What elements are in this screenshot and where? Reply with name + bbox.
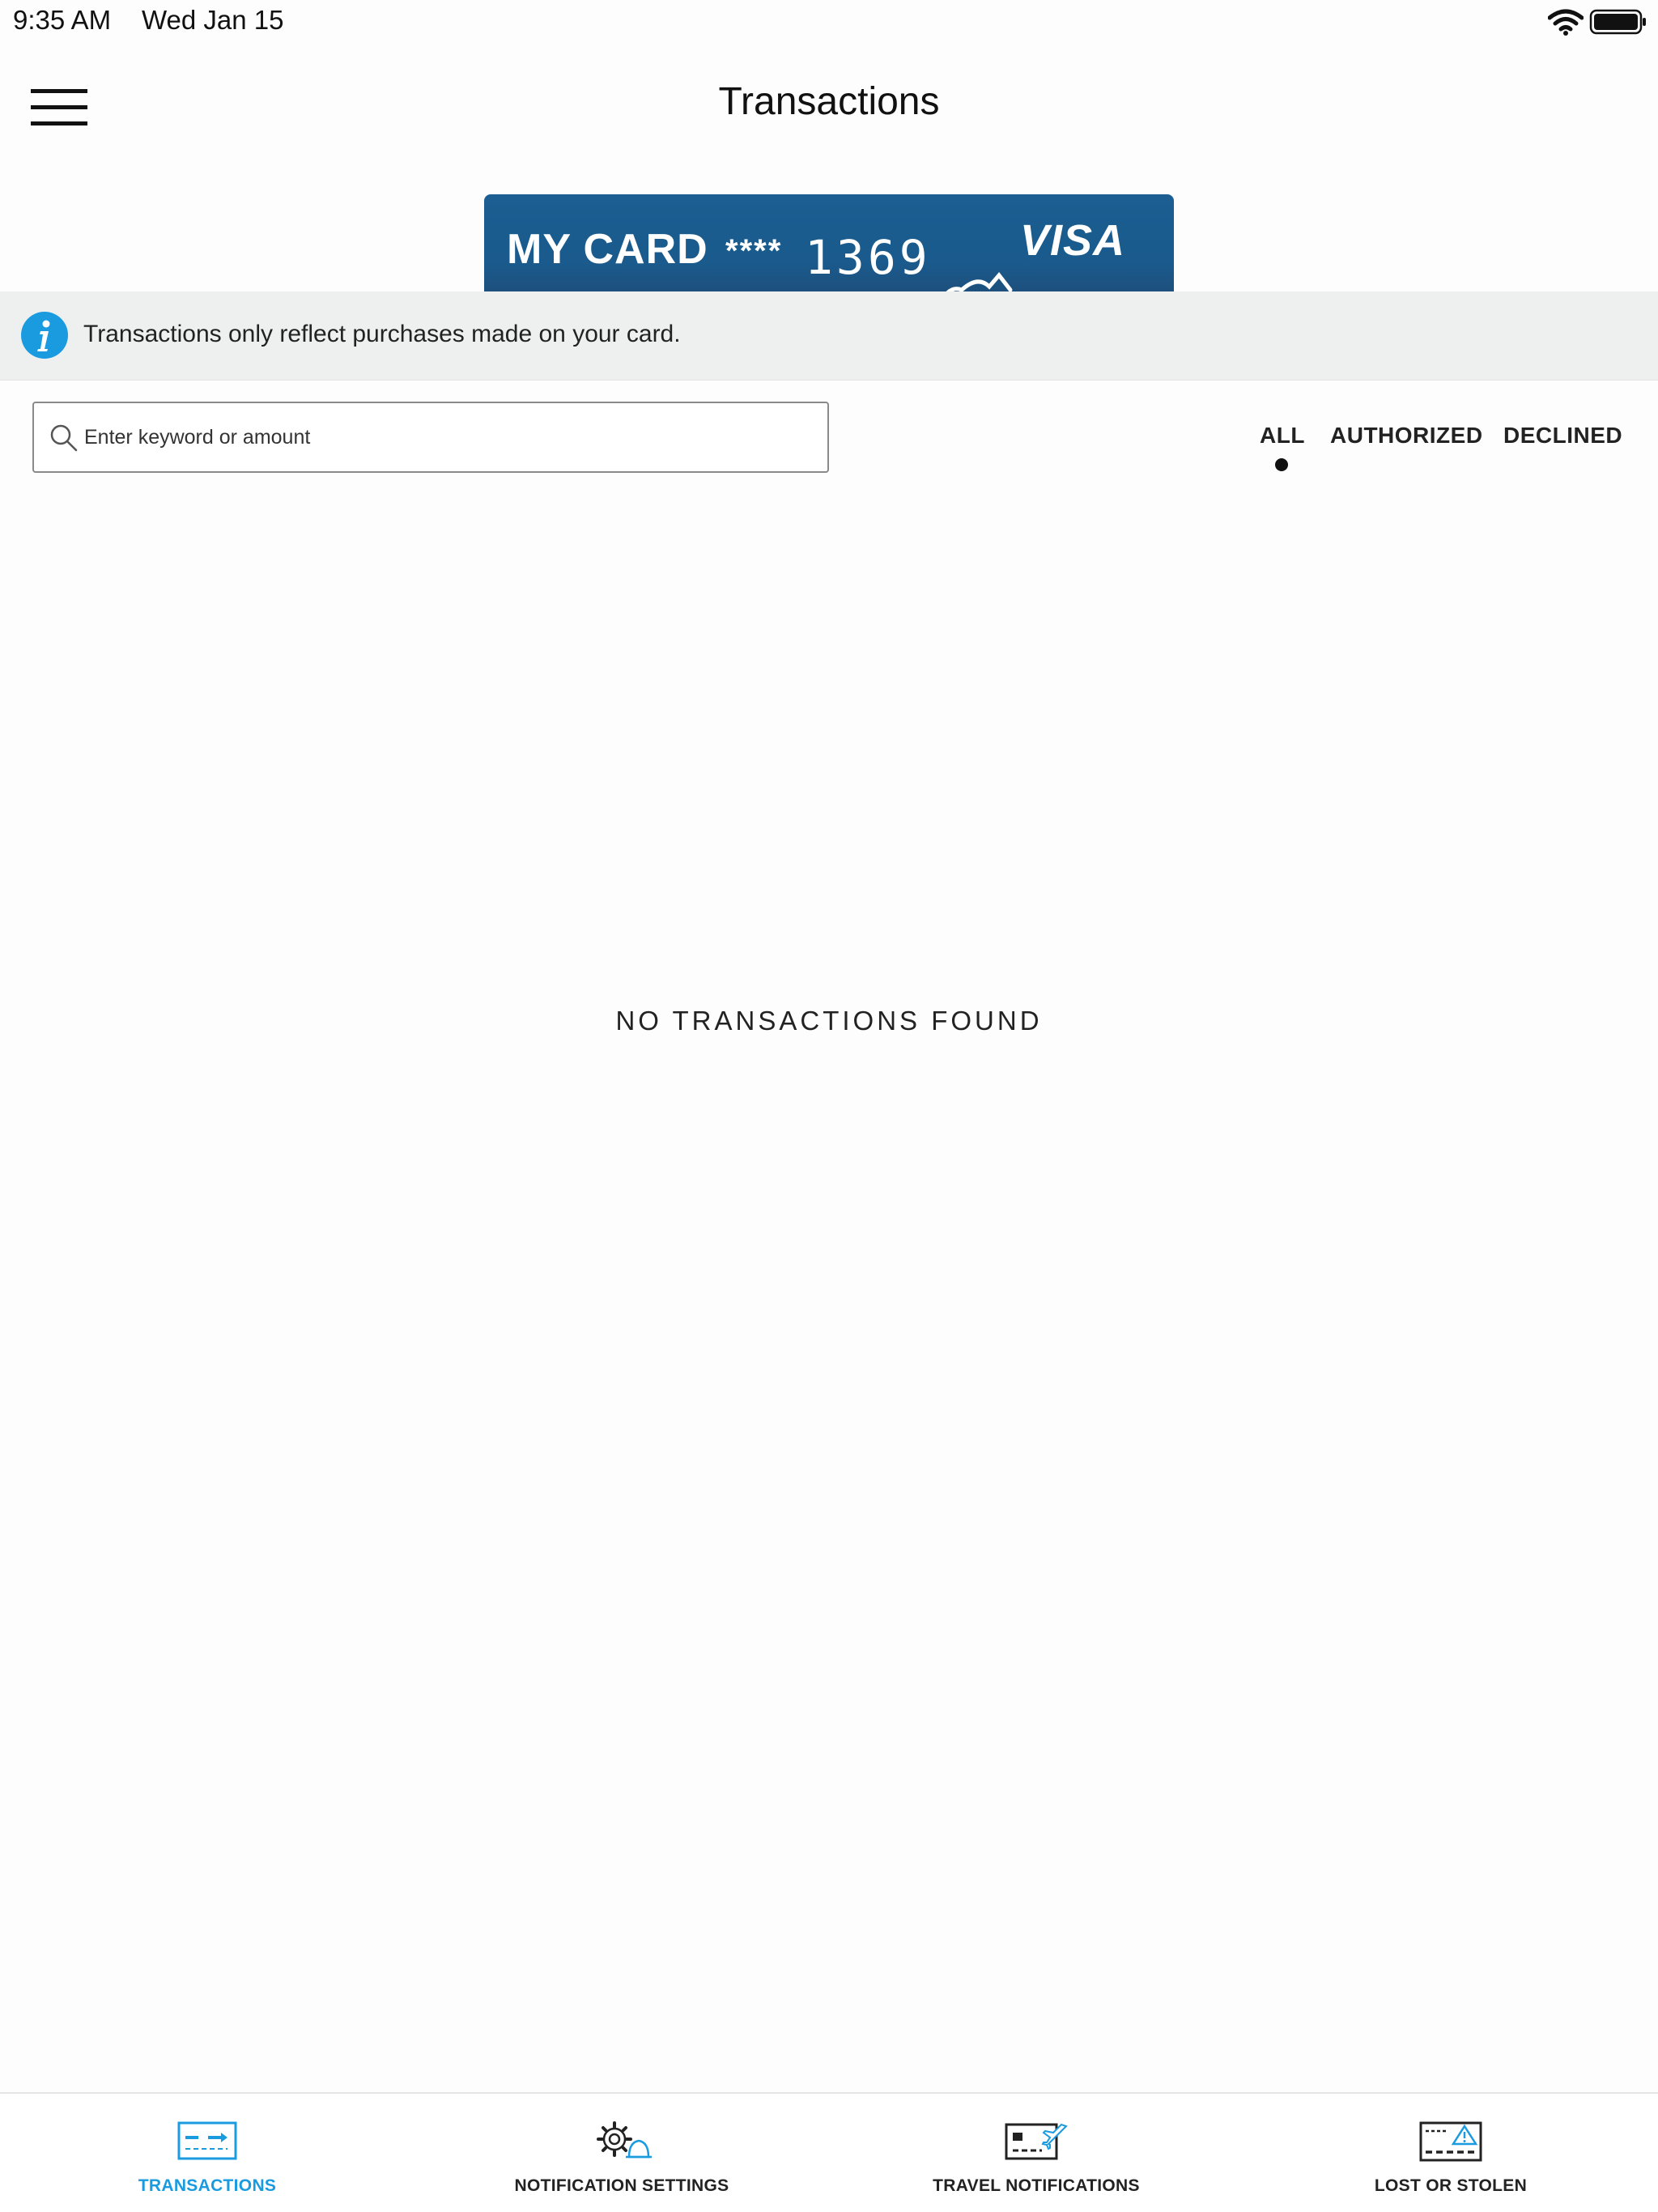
- nav-label: TRANSACTIONS: [138, 2176, 277, 2195]
- tab-selected-indicator: [1275, 458, 1288, 471]
- card-transfer-icon: [177, 2121, 237, 2160]
- nav-label: LOST OR STOLEN: [1374, 2176, 1528, 2195]
- card-swoosh-icon: [946, 272, 1013, 293]
- page-title: Transactions: [718, 80, 940, 123]
- tab-all[interactable]: ALL: [1260, 423, 1305, 449]
- battery-icon: [1589, 9, 1646, 35]
- search-field[interactable]: [32, 402, 829, 473]
- search-input[interactable]: [84, 403, 813, 471]
- card-mask: ****: [725, 233, 783, 269]
- nav-lost-or-stolen[interactable]: LOST OR STOLEN: [1244, 2094, 1658, 2212]
- card-last-digits: 1369: [805, 230, 931, 285]
- nav-label: NOTIFICATION SETTINGS: [514, 2176, 729, 2195]
- search-icon: [50, 424, 78, 452]
- nav-travel-notifications[interactable]: TRAVEL NOTIFICATIONS: [829, 2094, 1244, 2212]
- card-plane-icon: [1005, 2123, 1068, 2160]
- nav-label: TRAVEL NOTIFICATIONS: [933, 2176, 1140, 2195]
- visa-logo: VISA: [1020, 216, 1126, 265]
- card-banner[interactable]: MY CARD **** 1369 VISA: [484, 194, 1174, 293]
- tab-authorized[interactable]: AUTHORIZED: [1330, 423, 1483, 449]
- gear-bell-icon: [597, 2121, 652, 2159]
- status-time: 9:35 AM: [13, 5, 112, 35]
- card-name: MY CARD: [507, 226, 708, 273]
- app-screen: 9:35 AM Wed Jan 15 Transactions MY CARD …: [0, 0, 1658, 2212]
- tab-declined[interactable]: DECLINED: [1503, 423, 1622, 449]
- empty-state-message: NO TRANSACTIONS FOUND: [615, 1006, 1043, 1036]
- info-banner: Transactions only reflect purchases made…: [0, 291, 1658, 381]
- wifi-icon: [1548, 9, 1584, 36]
- nav-transactions[interactable]: TRANSACTIONS: [0, 2094, 414, 2212]
- status-date: Wed Jan 15: [142, 5, 284, 35]
- bottom-nav: TRANSACTIONS NOTIFICATION SETTINGS TRAVE…: [0, 2092, 1658, 2212]
- nav-notification-settings[interactable]: NOTIFICATION SETTINGS: [414, 2094, 829, 2212]
- card-warning-icon: [1419, 2121, 1482, 2162]
- info-text: Transactions only reflect purchases made…: [83, 321, 681, 347]
- info-icon: [21, 312, 68, 359]
